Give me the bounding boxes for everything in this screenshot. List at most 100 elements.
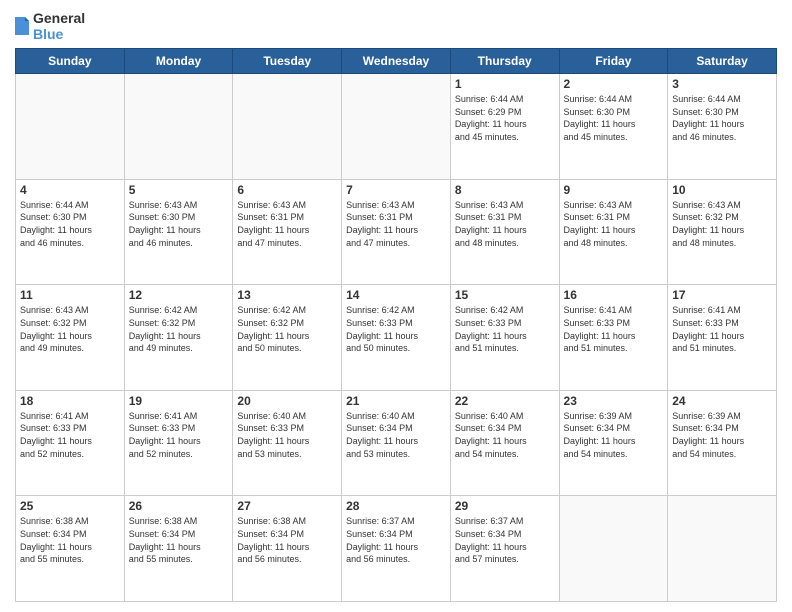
day-info: Sunrise: 6:42 AM Sunset: 6:32 PM Dayligh… bbox=[129, 304, 229, 354]
calendar-day-empty bbox=[668, 496, 777, 602]
day-info: Sunrise: 6:41 AM Sunset: 6:33 PM Dayligh… bbox=[672, 304, 772, 354]
day-info: Sunrise: 6:39 AM Sunset: 6:34 PM Dayligh… bbox=[564, 410, 664, 460]
calendar-day-empty bbox=[233, 74, 342, 180]
calendar-day-empty bbox=[559, 496, 668, 602]
day-number: 29 bbox=[455, 499, 555, 513]
day-number: 5 bbox=[129, 183, 229, 197]
day-number: 10 bbox=[672, 183, 772, 197]
calendar-day-empty bbox=[16, 74, 125, 180]
calendar-day-2: 2 Sunrise: 6:44 AM Sunset: 6:30 PM Daylig… bbox=[559, 74, 668, 180]
calendar-day-23: 23 Sunrise: 6:39 AM Sunset: 6:34 PM Dayli… bbox=[559, 390, 668, 496]
calendar-day-5: 5 Sunrise: 6:43 AM Sunset: 6:30 PM Daylig… bbox=[124, 179, 233, 285]
day-number: 22 bbox=[455, 394, 555, 408]
day-info: Sunrise: 6:40 AM Sunset: 6:34 PM Dayligh… bbox=[455, 410, 555, 460]
day-number: 1 bbox=[455, 77, 555, 91]
calendar-day-15: 15 Sunrise: 6:42 AM Sunset: 6:33 PM Dayli… bbox=[450, 285, 559, 391]
day-number: 25 bbox=[20, 499, 120, 513]
calendar-day-18: 18 Sunrise: 6:41 AM Sunset: 6:33 PM Dayli… bbox=[16, 390, 125, 496]
day-number: 15 bbox=[455, 288, 555, 302]
day-info: Sunrise: 6:44 AM Sunset: 6:29 PM Dayligh… bbox=[455, 93, 555, 143]
day-number: 26 bbox=[129, 499, 229, 513]
calendar-week-3: 18 Sunrise: 6:41 AM Sunset: 6:33 PM Dayli… bbox=[16, 390, 777, 496]
day-info: Sunrise: 6:44 AM Sunset: 6:30 PM Dayligh… bbox=[20, 199, 120, 249]
day-number: 28 bbox=[346, 499, 446, 513]
calendar-day-20: 20 Sunrise: 6:40 AM Sunset: 6:33 PM Dayli… bbox=[233, 390, 342, 496]
calendar-day-26: 26Sunrise: 6:38 AM Sunset: 6:34 PM Dayli… bbox=[124, 496, 233, 602]
day-info: Sunrise: 6:42 AM Sunset: 6:33 PM Dayligh… bbox=[346, 304, 446, 354]
day-info: Sunrise: 6:41 AM Sunset: 6:33 PM Dayligh… bbox=[564, 304, 664, 354]
page: General Blue SundayMondayTuesdayWednesda… bbox=[0, 0, 792, 612]
logo-text: General Blue bbox=[33, 10, 85, 42]
calendar-day-21: 21 Sunrise: 6:40 AM Sunset: 6:34 PM Dayli… bbox=[342, 390, 451, 496]
day-number: 9 bbox=[564, 183, 664, 197]
calendar-day-9: 9 Sunrise: 6:43 AM Sunset: 6:31 PM Daylig… bbox=[559, 179, 668, 285]
calendar-day-17: 17 Sunrise: 6:41 AM Sunset: 6:33 PM Dayli… bbox=[668, 285, 777, 391]
calendar-day-empty bbox=[342, 74, 451, 180]
day-info: Sunrise: 6:43 AM Sunset: 6:31 PM Dayligh… bbox=[346, 199, 446, 249]
day-number: 23 bbox=[564, 394, 664, 408]
day-number: 2 bbox=[564, 77, 664, 91]
calendar-week-4: 25 Sunrise: 6:38 AM Sunset: 6:34 PM Dayli… bbox=[16, 496, 777, 602]
day-info: Sunrise: 6:38 AM Sunset: 6:34 PM Dayligh… bbox=[20, 515, 120, 565]
day-number: 17 bbox=[672, 288, 772, 302]
day-number: 6 bbox=[237, 183, 337, 197]
calendar-day-29: 29 Sunrise: 6:37 AM Sunset: 6:34 PM Dayli… bbox=[450, 496, 559, 602]
calendar-day-10: 10 Sunrise: 6:43 AM Sunset: 6:32 PM Dayli… bbox=[668, 179, 777, 285]
logo-icon bbox=[15, 17, 29, 35]
day-info: Sunrise: 6:40 AM Sunset: 6:33 PM Dayligh… bbox=[237, 410, 337, 460]
day-number: 11 bbox=[20, 288, 120, 302]
day-info: Sunrise: 6:44 AM Sunset: 6:30 PM Dayligh… bbox=[672, 93, 772, 143]
day-info: Sunrise: 6:42 AM Sunset: 6:32 PM Dayligh… bbox=[237, 304, 337, 354]
day-header-sunday: Sunday bbox=[16, 49, 125, 74]
day-header-tuesday: Tuesday bbox=[233, 49, 342, 74]
day-number: 3 bbox=[672, 77, 772, 91]
day-info: Sunrise: 6:40 AM Sunset: 6:34 PM Dayligh… bbox=[346, 410, 446, 460]
day-number: 16 bbox=[564, 288, 664, 302]
day-number: 24 bbox=[672, 394, 772, 408]
day-info: Sunrise: 6:43 AM Sunset: 6:31 PM Dayligh… bbox=[564, 199, 664, 249]
logo-container: General Blue bbox=[15, 10, 85, 42]
logo: General Blue bbox=[15, 10, 85, 42]
calendar-day-24: 24Sunrise: 6:39 AM Sunset: 6:34 PM Dayli… bbox=[668, 390, 777, 496]
day-info: Sunrise: 6:37 AM Sunset: 6:34 PM Dayligh… bbox=[455, 515, 555, 565]
day-info: Sunrise: 6:38 AM Sunset: 6:34 PM Dayligh… bbox=[237, 515, 337, 565]
day-header-thursday: Thursday bbox=[450, 49, 559, 74]
day-number: 20 bbox=[237, 394, 337, 408]
header: General Blue bbox=[15, 10, 777, 42]
day-header-wednesday: Wednesday bbox=[342, 49, 451, 74]
calendar-day-27: 27 Sunrise: 6:38 AM Sunset: 6:34 PM Dayli… bbox=[233, 496, 342, 602]
day-info: Sunrise: 6:43 AM Sunset: 6:30 PM Dayligh… bbox=[129, 199, 229, 249]
day-info: Sunrise: 6:43 AM Sunset: 6:32 PM Dayligh… bbox=[20, 304, 120, 354]
day-info: Sunrise: 6:37 AM Sunset: 6:34 PM Dayligh… bbox=[346, 515, 446, 565]
calendar-day-3: 3 Sunrise: 6:44 AM Sunset: 6:30 PM Daylig… bbox=[668, 74, 777, 180]
calendar-table: SundayMondayTuesdayWednesdayThursdayFrid… bbox=[15, 48, 777, 602]
calendar-day-16: 16 Sunrise: 6:41 AM Sunset: 6:33 PM Dayli… bbox=[559, 285, 668, 391]
day-number: 18 bbox=[20, 394, 120, 408]
calendar-day-12: 12Sunrise: 6:42 AM Sunset: 6:32 PM Dayli… bbox=[124, 285, 233, 391]
calendar-day-6: 6Sunrise: 6:43 AM Sunset: 6:31 PM Daylig… bbox=[233, 179, 342, 285]
calendar-day-13: 13 Sunrise: 6:42 AM Sunset: 6:32 PM Dayli… bbox=[233, 285, 342, 391]
calendar-week-1: 4Sunrise: 6:44 AM Sunset: 6:30 PM Daylig… bbox=[16, 179, 777, 285]
calendar-header-row: SundayMondayTuesdayWednesdayThursdayFrid… bbox=[16, 49, 777, 74]
day-info: Sunrise: 6:42 AM Sunset: 6:33 PM Dayligh… bbox=[455, 304, 555, 354]
calendar-day-11: 11 Sunrise: 6:43 AM Sunset: 6:32 PM Dayli… bbox=[16, 285, 125, 391]
day-number: 13 bbox=[237, 288, 337, 302]
day-info: Sunrise: 6:43 AM Sunset: 6:31 PM Dayligh… bbox=[455, 199, 555, 249]
day-number: 27 bbox=[237, 499, 337, 513]
calendar-day-4: 4Sunrise: 6:44 AM Sunset: 6:30 PM Daylig… bbox=[16, 179, 125, 285]
day-number: 7 bbox=[346, 183, 446, 197]
calendar-day-8: 8Sunrise: 6:43 AM Sunset: 6:31 PM Daylig… bbox=[450, 179, 559, 285]
day-number: 21 bbox=[346, 394, 446, 408]
day-info: Sunrise: 6:43 AM Sunset: 6:32 PM Dayligh… bbox=[672, 199, 772, 249]
day-number: 19 bbox=[129, 394, 229, 408]
calendar-day-22: 22 Sunrise: 6:40 AM Sunset: 6:34 PM Dayli… bbox=[450, 390, 559, 496]
day-number: 14 bbox=[346, 288, 446, 302]
calendar-day-empty bbox=[124, 74, 233, 180]
calendar-day-1: 1 Sunrise: 6:44 AM Sunset: 6:29 PM Daylig… bbox=[450, 74, 559, 180]
calendar-day-19: 19Sunrise: 6:41 AM Sunset: 6:33 PM Dayli… bbox=[124, 390, 233, 496]
calendar-week-0: 1 Sunrise: 6:44 AM Sunset: 6:29 PM Daylig… bbox=[16, 74, 777, 180]
day-info: Sunrise: 6:41 AM Sunset: 6:33 PM Dayligh… bbox=[20, 410, 120, 460]
day-info: Sunrise: 6:44 AM Sunset: 6:30 PM Dayligh… bbox=[564, 93, 664, 143]
calendar-day-7: 7 Sunrise: 6:43 AM Sunset: 6:31 PM Daylig… bbox=[342, 179, 451, 285]
day-header-saturday: Saturday bbox=[668, 49, 777, 74]
